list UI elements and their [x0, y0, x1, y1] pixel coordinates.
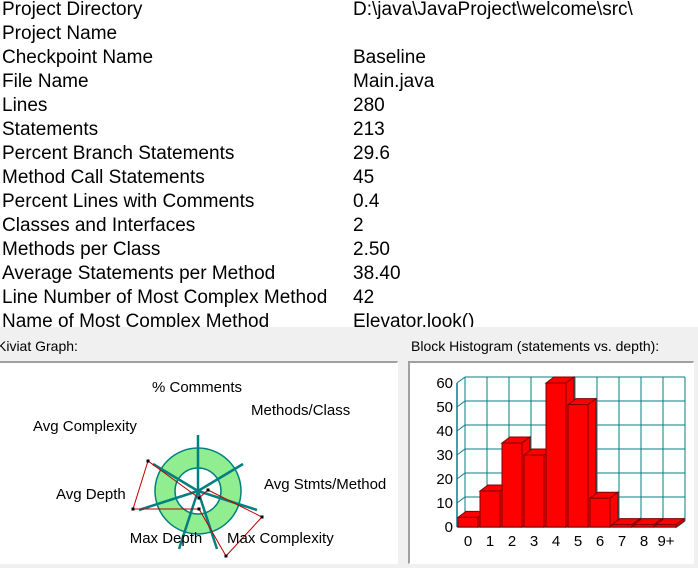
- metric-row: Statements 213: [0, 119, 698, 144]
- histogram-x-tick-label: 6: [596, 533, 604, 550]
- metric-value: 213: [353, 119, 385, 140]
- metric-row: Method Call Statements 45: [0, 167, 698, 192]
- histogram-y-tick-label: 40: [436, 423, 453, 440]
- kiviat-vertex: [197, 507, 201, 511]
- metric-label: Project Directory: [2, 0, 143, 20]
- block-histogram-chart: 0102030405060 0 1 2 3 4 5 6 7 8 9+: [436, 375, 686, 550]
- metric-row: Classes and Interfaces 2: [0, 215, 698, 240]
- kiviat-axis-label: Methods/Class: [251, 402, 350, 419]
- kiviat-axis-label: Avg Complexity: [33, 418, 137, 435]
- metric-value: 2.50: [353, 239, 390, 260]
- metric-label: Percent Branch Statements: [2, 143, 235, 164]
- metric-row: Checkpoint Name Baseline: [0, 47, 698, 72]
- metric-row: Average Statements per Method 38.40: [0, 263, 698, 288]
- metric-label: Classes and Interfaces: [2, 215, 196, 236]
- histogram-y-tick-label: 30: [436, 447, 453, 464]
- histogram-x-tick-label: 9+: [657, 533, 674, 550]
- metric-label: Methods per Class: [2, 239, 161, 260]
- metric-label: Name of Most Complex Method: [2, 311, 270, 327]
- histogram-x-tick-label: 3: [530, 533, 538, 550]
- metric-row: File Name Main.java: [0, 71, 698, 96]
- metric-value: 2: [353, 215, 364, 236]
- kiviat-vertex: [206, 488, 210, 492]
- metric-value: 0.4: [353, 191, 380, 212]
- metric-value: 38.40: [353, 263, 401, 284]
- histogram-y-tick-label: 20: [436, 471, 453, 488]
- kiviat-vertex: [224, 554, 228, 558]
- metric-label: Checkpoint Name: [2, 47, 154, 68]
- histogram-y-tick-label: 60: [436, 375, 453, 392]
- metric-value: 29.6: [353, 143, 390, 164]
- histogram-panel: 0 10 20 30 40 50 60 0 1 2 3 4 5 6 7 8 9+: [408, 361, 694, 564]
- kiviat-axis-label: Avg Depth: [56, 486, 126, 503]
- kiviat-vertex: [197, 496, 201, 500]
- histogram-x-tick-label: 0: [464, 533, 472, 550]
- metric-label: Line Number of Most Complex Method: [2, 287, 328, 308]
- metric-label: Percent Lines with Comments: [2, 191, 255, 212]
- kiviat-panel: % Comments Methods/Class Avg Stmts/Method M…: [0, 361, 398, 564]
- histogram-x-tick-label: 2: [508, 533, 516, 550]
- kiviat-axis-label: Max Complexity: [227, 530, 334, 547]
- histogram-y-tick-label: 50: [436, 399, 453, 416]
- metric-value: 280: [353, 95, 385, 116]
- kiviat-vertex: [260, 515, 264, 519]
- metric-row: Lines 280: [0, 95, 698, 120]
- metric-row: Percent Branch Statements 29.6: [0, 143, 698, 168]
- histogram-x-tick-label: 7: [618, 533, 626, 550]
- metric-value: Main.java: [353, 71, 435, 92]
- histogram-x-tick-label: 5: [574, 533, 582, 550]
- metric-row: Project Directory D:\java\JavaProject\wel…: [0, 0, 698, 24]
- metrics-panel: Project Directory D:\java\JavaProject\wel…: [0, 0, 698, 327]
- histogram-gridline: [456, 448, 466, 456]
- metric-value: D:\java\JavaProject\welcome\src\: [353, 0, 633, 20]
- histogram-x-tick-label: 4: [552, 533, 560, 550]
- metric-row: Project Name: [0, 23, 698, 48]
- metric-label: Average Statements per Method: [2, 263, 276, 284]
- histogram-gridline: [456, 424, 466, 432]
- histogram-gridline: [456, 376, 466, 384]
- kiviat-title: Kiviat Graph:: [0, 338, 78, 354]
- histogram-gridline: [456, 496, 466, 504]
- metric-row: Percent Lines with Comments 0.4: [0, 191, 698, 216]
- metric-row: Name of Most Complex Method Elevator.look…: [0, 311, 698, 327]
- histogram-gridline: [456, 472, 466, 480]
- histogram-bar: [588, 491, 620, 528]
- histogram-y-tick-label: 0: [445, 519, 453, 536]
- metric-row: Line Number of Most Complex Method 42: [0, 287, 698, 312]
- kiviat-vertex: [146, 459, 150, 463]
- kiviat-graph: % Comments Methods/Class Avg Stmts/Method M…: [33, 379, 386, 558]
- metric-row: Methods per Class 2.50: [0, 239, 698, 264]
- metric-value: 45: [353, 167, 375, 188]
- metric-label: Statements: [2, 119, 99, 140]
- histogram-y-tick-label: 10: [436, 495, 453, 512]
- graphs-area: Kiviat Graph: Block Histogram (statement…: [0, 327, 698, 568]
- metric-label: File Name: [2, 71, 89, 92]
- metric-label: Project Name: [2, 23, 118, 44]
- kiviat-axis-label: % Comments: [152, 379, 242, 396]
- kiviat-vertex: [131, 507, 135, 511]
- histogram-x-tick-label: 1: [486, 533, 494, 550]
- metric-label: Method Call Statements: [2, 167, 205, 188]
- metric-value: 42: [353, 287, 375, 308]
- kiviat-axis-label: Max Depth: [130, 530, 203, 547]
- histogram-x-tick-label: 8: [640, 533, 648, 550]
- metric-label: Lines: [2, 95, 48, 116]
- histogram-gridline: [456, 400, 466, 408]
- kiviat-axis-label: Avg Stmts/Method: [264, 476, 386, 493]
- histogram-title: Block Histogram (statements vs. depth):: [411, 338, 660, 354]
- metric-value: Baseline: [353, 47, 426, 68]
- metric-value: Elevator.look(): [353, 311, 475, 327]
